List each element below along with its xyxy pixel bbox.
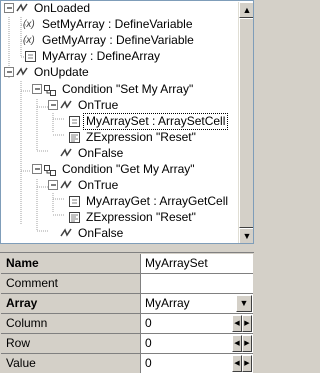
expression-icon — [67, 130, 81, 145]
expression-icon — [67, 210, 81, 225]
scroll-up-button[interactable]: ▲ — [239, 2, 253, 18]
component-icon — [23, 49, 37, 64]
row-decrement-button[interactable]: ◀ — [232, 335, 242, 352]
value-decrement-button[interactable]: ◀ — [232, 355, 242, 372]
condition-icon — [43, 162, 57, 177]
property-column-label: Column — [1, 314, 141, 334]
event-icon — [59, 98, 73, 113]
property-name-label: Name — [1, 254, 141, 274]
property-array-select[interactable]: MyArray ▼ — [141, 294, 253, 314]
event-icon — [15, 65, 29, 80]
arrow-up-icon: ▲ — [242, 5, 252, 15]
tree-vertical-scrollbar[interactable]: ▲ ▼ — [238, 2, 253, 243]
scroll-down-button[interactable]: ▼ — [239, 228, 253, 243]
arrow-left-icon: ◀ — [234, 320, 240, 327]
property-row-value[interactable]: 0 ◀ ▶ — [141, 334, 253, 354]
column-increment-button[interactable]: ▶ — [242, 315, 252, 332]
event-icon — [15, 1, 29, 16]
component-tree[interactable]: OnLoaded (x) SetMyArray : DefineVariable… — [0, 0, 254, 244]
row-increment-button[interactable]: ▶ — [242, 335, 252, 352]
property-row-row[interactable]: Row 0 ◀ ▶ — [1, 334, 253, 354]
property-row-array[interactable]: Array MyArray ▼ — [1, 294, 253, 314]
property-row-value-field[interactable]: Value 0 ◀ ▶ — [1, 354, 253, 373]
property-name-value[interactable]: MyArraySet — [141, 254, 253, 274]
event-icon — [59, 178, 73, 193]
event-icon — [59, 226, 73, 241]
property-row-column[interactable]: Column 0 ◀ ▶ — [1, 314, 253, 334]
value-increment-button[interactable]: ▶ — [242, 355, 252, 372]
condition-icon — [43, 82, 57, 97]
arrow-down-icon: ▼ — [242, 231, 252, 241]
arrow-right-icon: ▶ — [244, 320, 250, 327]
chevron-down-icon: ▼ — [239, 298, 249, 308]
event-icon — [59, 146, 73, 161]
variable-icon: (x) — [23, 35, 35, 46]
arrow-right-icon: ▶ — [244, 340, 250, 347]
property-comment-value[interactable] — [141, 274, 253, 294]
array-dropdown-button[interactable]: ▼ — [236, 295, 252, 312]
property-row-name[interactable]: Name MyArraySet — [1, 254, 253, 274]
property-value-value[interactable]: 0 ◀ ▶ — [141, 354, 253, 373]
property-array-label: Array — [1, 294, 141, 314]
component-icon — [67, 194, 81, 209]
property-row-comment[interactable]: Comment — [1, 274, 253, 294]
property-row-label: Row — [1, 334, 141, 354]
scroll-thumb[interactable] — [239, 18, 253, 228]
arrow-left-icon: ◀ — [234, 340, 240, 347]
arrow-left-icon: ◀ — [234, 360, 240, 367]
property-grid: Name MyArraySet Comment Array MyArray ▼ … — [0, 252, 254, 373]
property-comment-label: Comment — [1, 274, 141, 294]
arrow-right-icon: ▶ — [244, 360, 250, 367]
property-column-value[interactable]: 0 ◀ ▶ — [141, 314, 253, 334]
variable-icon: (x) — [23, 19, 35, 30]
property-value-label: Value — [1, 354, 141, 373]
component-icon — [67, 114, 81, 129]
column-decrement-button[interactable]: ◀ — [232, 315, 242, 332]
